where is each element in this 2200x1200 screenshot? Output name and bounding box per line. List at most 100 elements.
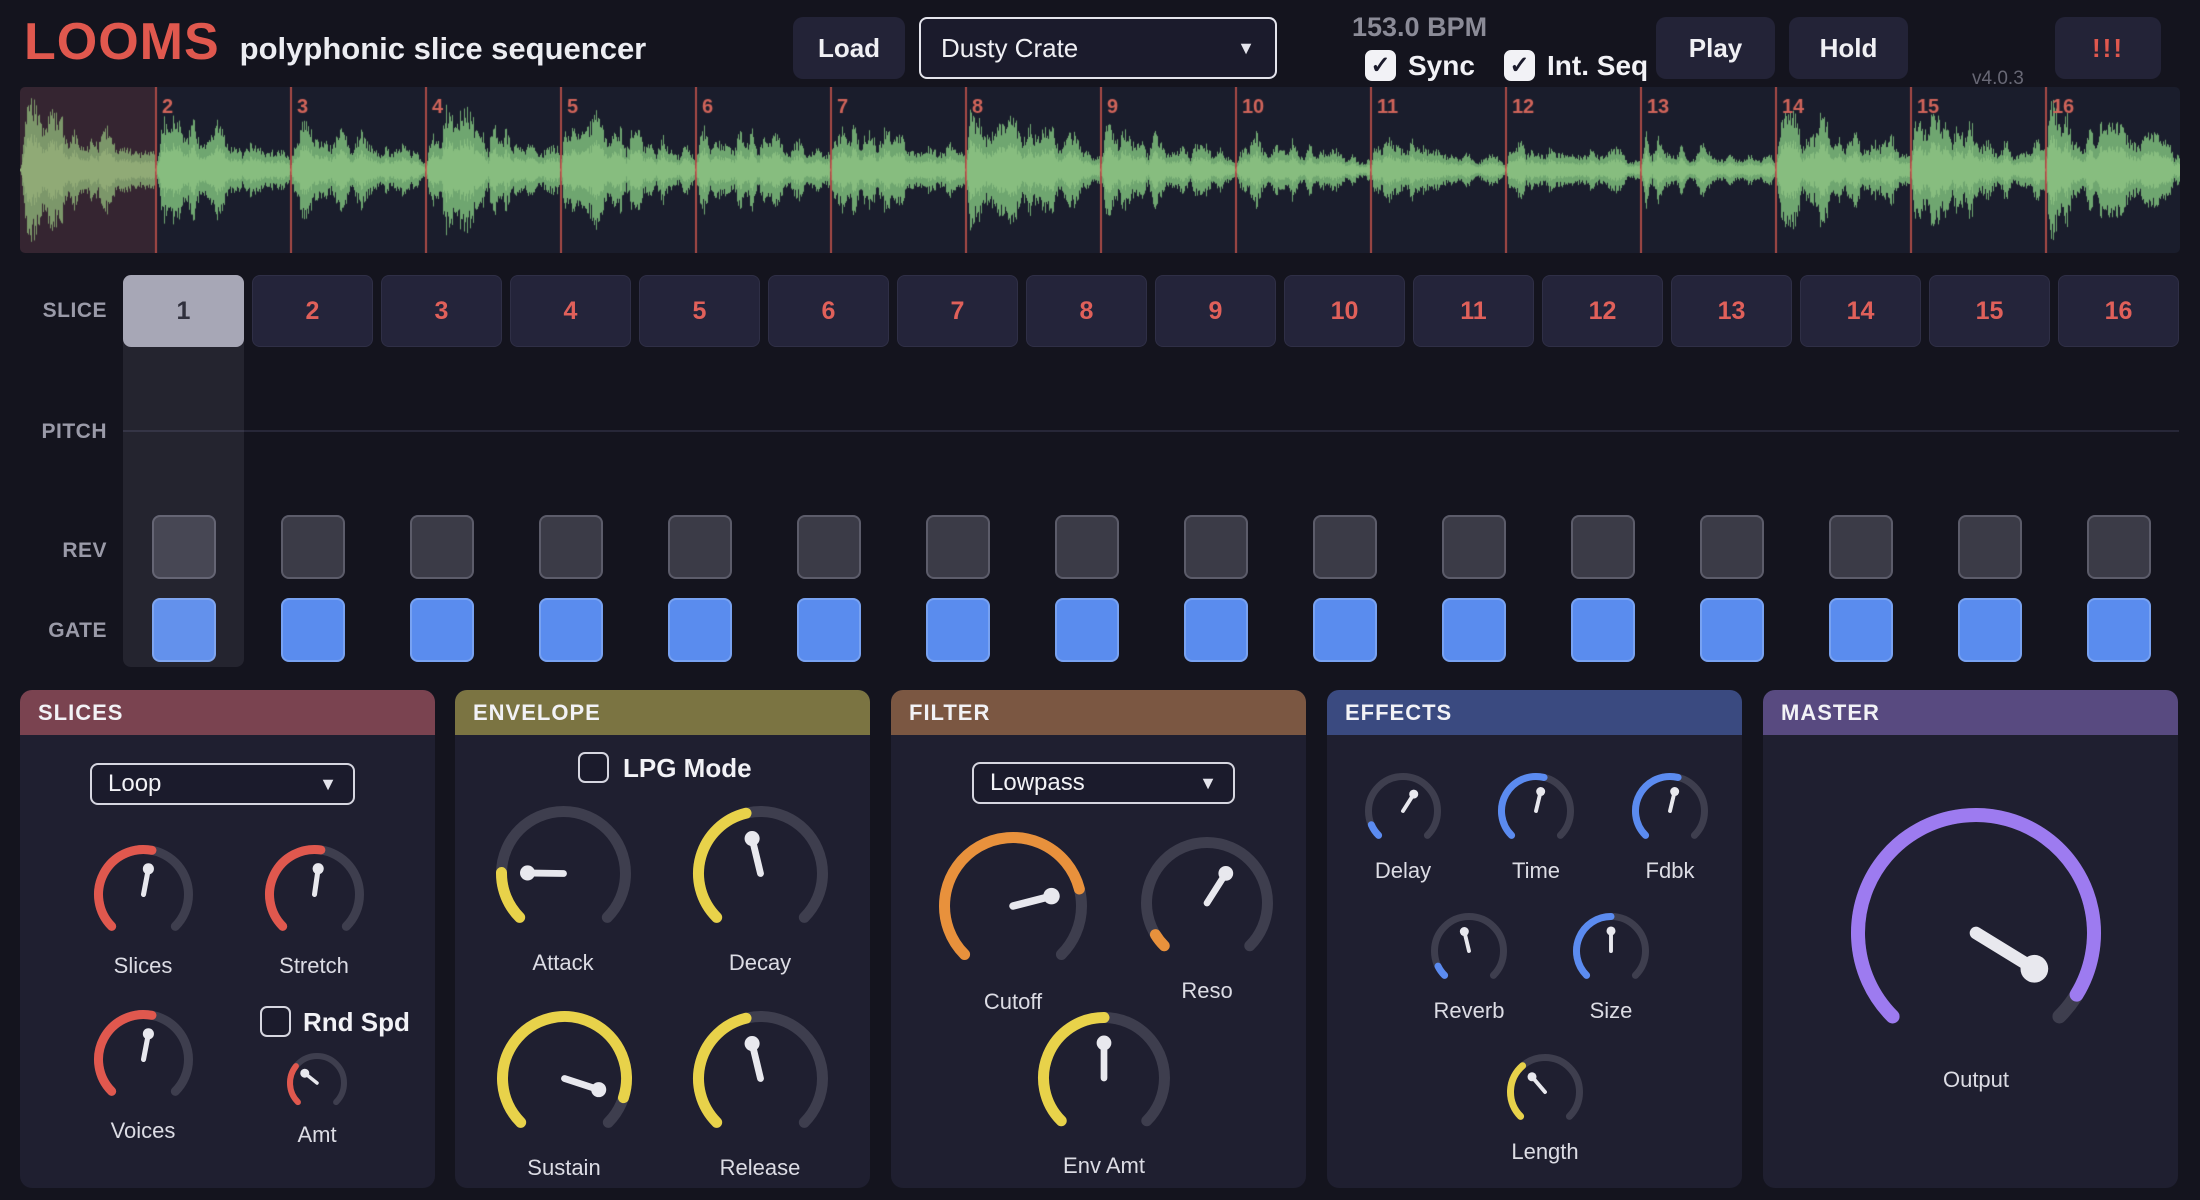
size-knob[interactable]: Size (1572, 912, 1650, 990)
amt-knob[interactable]: Amt (286, 1052, 348, 1114)
knob-dial (1631, 772, 1709, 850)
output-knob[interactable]: Output (1850, 807, 2102, 1059)
gate-toggle-2[interactable] (281, 598, 345, 662)
length-knob[interactable]: Length (1506, 1053, 1584, 1131)
gate-toggle-6[interactable] (797, 598, 861, 662)
release-knob[interactable]: Release (692, 1010, 829, 1147)
voices-knob[interactable]: Voices (93, 1009, 194, 1110)
sustain-knob[interactable]: Sustain (496, 1010, 633, 1147)
rev-toggle-8[interactable] (1055, 515, 1119, 579)
knob-dial (1572, 912, 1650, 990)
waveform-display[interactable] (20, 87, 2180, 253)
gate-toggle-14[interactable] (1829, 598, 1893, 662)
slice-step-button-10[interactable]: 10 (1284, 275, 1405, 347)
slices-knob[interactable]: Slices (93, 844, 194, 945)
gate-toggle-7[interactable] (926, 598, 990, 662)
rnd-spd-checkbox[interactable] (260, 1006, 291, 1037)
knob-label: Reverb (1434, 998, 1505, 1024)
gate-toggle-10[interactable] (1313, 598, 1377, 662)
knob-label: Env Amt (1063, 1153, 1145, 1179)
rev-toggle-2[interactable] (281, 515, 345, 579)
knob-label: Amt (297, 1122, 336, 1148)
rev-toggle-13[interactable] (1700, 515, 1764, 579)
slice-step-button-7[interactable]: 7 (897, 275, 1018, 347)
decay-knob[interactable]: Decay (692, 805, 829, 942)
int-seq-checkbox[interactable]: ✓ (1504, 50, 1535, 81)
stretch-knob[interactable]: Stretch (264, 844, 365, 945)
cutoff-knob[interactable]: Cutoff (938, 831, 1088, 981)
filter-type-select[interactable]: Lowpass ▼ (972, 762, 1235, 804)
rev-toggle-14[interactable] (1829, 515, 1893, 579)
toggle-cell (381, 512, 502, 582)
time-knob[interactable]: Time (1497, 772, 1575, 850)
gate-toggle-8[interactable] (1055, 598, 1119, 662)
gate-toggle-12[interactable] (1571, 598, 1635, 662)
play-button[interactable]: Play (1656, 17, 1775, 79)
toggle-cell (1542, 512, 1663, 582)
gate-toggle-3[interactable] (410, 598, 474, 662)
slice-step-button-1[interactable]: 1 (123, 275, 244, 347)
pitch-zero-line[interactable] (123, 430, 2179, 432)
fdbk-knob[interactable]: Fdbk (1631, 772, 1709, 850)
slice-mode-select[interactable]: Loop ▼ (90, 763, 355, 805)
gate-toggle-5[interactable] (668, 598, 732, 662)
knob-dial (1037, 1011, 1171, 1145)
rev-toggle-16[interactable] (2087, 515, 2151, 579)
delay-knob[interactable]: Delay (1364, 772, 1442, 850)
slice-step-button-6[interactable]: 6 (768, 275, 889, 347)
slice-step-button-3[interactable]: 3 (381, 275, 502, 347)
hold-button[interactable]: Hold (1789, 17, 1908, 79)
gate-toggle-16[interactable] (2087, 598, 2151, 662)
gate-toggle-1[interactable] (152, 598, 216, 662)
lpg-mode-checkbox[interactable] (578, 752, 609, 783)
gate-toggle-9[interactable] (1184, 598, 1248, 662)
knob-label: Stretch (279, 953, 349, 979)
gate-toggle-15[interactable] (1958, 598, 2022, 662)
slice-step-button-4[interactable]: 4 (510, 275, 631, 347)
preset-select[interactable]: Dusty Crate ▼ (919, 17, 1277, 79)
rev-toggle-11[interactable] (1442, 515, 1506, 579)
gate-toggle-4[interactable] (539, 598, 603, 662)
panic-button[interactable]: !!! (2055, 17, 2161, 79)
rev-toggle-3[interactable] (410, 515, 474, 579)
slice-step-button-5[interactable]: 5 (639, 275, 760, 347)
chevron-down-icon: ▼ (1237, 38, 1255, 59)
bpm-display: 153.0 BPM (1352, 12, 1487, 43)
sync-checkbox[interactable]: ✓ (1365, 50, 1396, 81)
rev-toggle-4[interactable] (539, 515, 603, 579)
reverb-knob[interactable]: Reverb (1430, 912, 1508, 990)
slice-step-button-15[interactable]: 15 (1929, 275, 2050, 347)
slice-step-button-2[interactable]: 2 (252, 275, 373, 347)
chevron-down-icon: ▼ (1199, 773, 1217, 794)
slice-step-button-13[interactable]: 13 (1671, 275, 1792, 347)
knob-dial (1506, 1053, 1584, 1131)
rev-toggle-15[interactable] (1958, 515, 2022, 579)
slice-step-button-16[interactable]: 16 (2058, 275, 2179, 347)
load-button[interactable]: Load (793, 17, 905, 79)
env-amt-knob[interactable]: Env Amt (1037, 1011, 1171, 1145)
sync-label: Sync (1408, 50, 1475, 82)
slice-step-button-12[interactable]: 12 (1542, 275, 1663, 347)
knob-dial (1364, 772, 1442, 850)
attack-knob[interactable]: Attack (495, 805, 632, 942)
rev-toggle-9[interactable] (1184, 515, 1248, 579)
rev-toggle-1[interactable] (152, 515, 216, 579)
gate-toggle-11[interactable] (1442, 598, 1506, 662)
rev-toggle-7[interactable] (926, 515, 990, 579)
rev-toggle-6[interactable] (797, 515, 861, 579)
envelope-panel-title: ENVELOPE (455, 690, 870, 735)
slice-step-button-9[interactable]: 9 (1155, 275, 1276, 347)
toggle-cell (123, 594, 244, 666)
gate-toggle-13[interactable] (1700, 598, 1764, 662)
slice-step-button-11[interactable]: 11 (1413, 275, 1534, 347)
toggle-cell (639, 594, 760, 666)
rev-toggle-10[interactable] (1313, 515, 1377, 579)
slice-step-button-14[interactable]: 14 (1800, 275, 1921, 347)
reso-knob[interactable]: Reso (1140, 836, 1274, 970)
toggle-cell (252, 512, 373, 582)
pitch-row-label: PITCH (0, 420, 107, 444)
slice-step-button-8[interactable]: 8 (1026, 275, 1147, 347)
rev-toggle-12[interactable] (1571, 515, 1635, 579)
toggle-cell (2058, 512, 2179, 582)
rev-toggle-5[interactable] (668, 515, 732, 579)
